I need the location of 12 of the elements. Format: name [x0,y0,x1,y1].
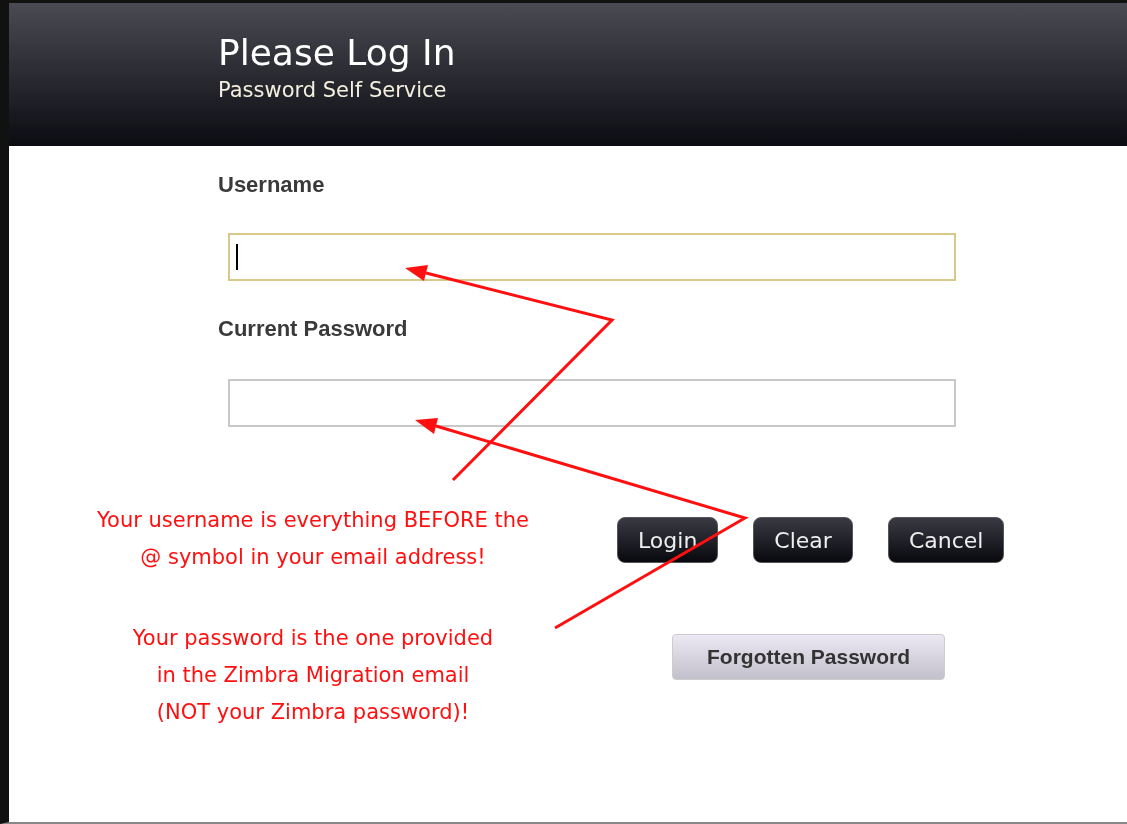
action-button[interactable]: Clear [753,517,853,563]
page-title: Please Log In [218,31,457,75]
action-button[interactable]: Login [617,517,719,563]
input-field[interactable] [228,233,956,281]
annotation-text: Your password is the one provided in the Zimbra Migration email (NOT your Zimbra password)! [131,625,495,726]
input-field[interactable] [228,379,956,427]
field-label: Username [218,172,326,198]
page-subtitle: Password Self Service [218,77,448,104]
field-label: Current Password [218,316,409,342]
annotation-text: Your username is everything BEFORE the @ symbol in your email address! [96,507,530,571]
forgotten-password-button[interactable]: Forgotten Password [672,634,945,680]
action-button[interactable]: Cancel [887,517,1005,563]
